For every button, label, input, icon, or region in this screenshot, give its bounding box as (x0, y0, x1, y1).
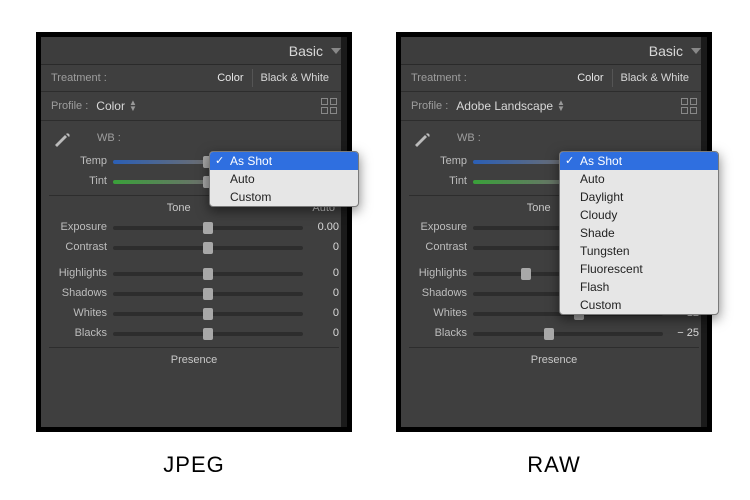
collapse-icon (331, 48, 341, 54)
temp-label: Temp (409, 155, 473, 167)
wb-option[interactable]: Custom (210, 188, 358, 206)
panel-raw: Basic Treatment : Color Black & White Pr… (396, 32, 712, 432)
caption-raw: RAW (396, 452, 712, 478)
blacks-slider[interactable] (473, 327, 663, 339)
treatment-row: Treatment : Color Black & White (41, 65, 347, 91)
profile-value: Color (96, 99, 125, 113)
wb-option[interactable]: Flash (560, 278, 718, 296)
whites-label: Whites (409, 307, 473, 319)
blacks-label: Blacks (409, 327, 473, 339)
scrollbar-strip (341, 37, 347, 427)
treatment-color[interactable]: Color (209, 69, 251, 87)
contrast-label: Contrast (49, 241, 113, 253)
exposure-value: 0.00 (303, 221, 339, 233)
exposure-label: Exposure (409, 221, 473, 233)
exposure-slider[interactable] (113, 221, 303, 233)
wb-option[interactable]: Cloudy (560, 206, 718, 224)
blacks-slider[interactable] (113, 327, 303, 339)
wb-option[interactable]: Auto (560, 170, 718, 188)
highlights-slider[interactable] (113, 267, 303, 279)
blacks-label: Blacks (49, 327, 113, 339)
temp-label: Temp (49, 155, 113, 167)
wb-option[interactable]: Shade (560, 224, 718, 242)
wb-option[interactable]: Fluorescent (560, 260, 718, 278)
wb-label: WB : (457, 132, 481, 144)
eyedropper-icon[interactable] (49, 127, 77, 149)
profile-row: Profile : Adobe Landscape ▲▼ (401, 91, 707, 121)
treatment-color[interactable]: Color (569, 69, 611, 87)
profile-value: Adobe Landscape (456, 99, 553, 113)
panel-header[interactable]: Basic (41, 37, 347, 65)
wb-dropdown[interactable]: As ShotAutoCustom (209, 151, 359, 207)
panel-title: Basic (289, 43, 323, 59)
tint-label: Tint (49, 175, 113, 187)
eyedropper-icon[interactable] (409, 127, 437, 149)
shadows-label: Shadows (49, 287, 113, 299)
presence-header: Presence (49, 347, 339, 366)
blacks-value: 0 (303, 327, 339, 339)
panel-title: Basic (649, 43, 683, 59)
tint-label: Tint (409, 175, 473, 187)
blacks-value: − 25 (663, 327, 699, 339)
shadows-label: Shadows (409, 287, 473, 299)
profile-row: Profile : Color ▲▼ (41, 91, 347, 121)
shadows-slider[interactable] (113, 287, 303, 299)
highlights-label: Highlights (49, 267, 113, 279)
collapse-icon (691, 48, 701, 54)
profile-dropdown[interactable]: Adobe Landscape ▲▼ (456, 99, 565, 113)
profile-browser-icon[interactable] (681, 98, 697, 114)
stepper-icon: ▲▼ (129, 100, 137, 112)
panel-header[interactable]: Basic (401, 37, 707, 65)
contrast-slider[interactable] (113, 241, 303, 253)
presence-header: Presence (409, 347, 699, 366)
treatment-bw[interactable]: Black & White (252, 69, 337, 87)
shadows-value: 0 (303, 287, 339, 299)
profile-browser-icon[interactable] (321, 98, 337, 114)
wb-option[interactable]: Auto (210, 170, 358, 188)
whites-label: Whites (49, 307, 113, 319)
whites-value: 0 (303, 307, 339, 319)
stepper-icon: ▲▼ (557, 100, 565, 112)
wb-option[interactable]: Custom (560, 296, 718, 314)
wb-option[interactable]: As Shot (560, 152, 718, 170)
wb-label: WB : (97, 132, 121, 144)
treatment-row: Treatment : Color Black & White (401, 65, 707, 91)
wb-option[interactable]: As Shot (210, 152, 358, 170)
wb-dropdown[interactable]: As ShotAutoDaylightCloudyShadeTungstenFl… (559, 151, 719, 315)
treatment-bw[interactable]: Black & White (612, 69, 697, 87)
wb-option[interactable]: Daylight (560, 188, 718, 206)
exposure-label: Exposure (49, 221, 113, 233)
panel-jpeg: Basic Treatment : Color Black & White Pr… (36, 32, 352, 432)
whites-slider[interactable] (113, 307, 303, 319)
highlights-value: 0 (303, 267, 339, 279)
highlights-label: Highlights (409, 267, 473, 279)
treatment-label: Treatment : (51, 72, 107, 84)
caption-jpeg: JPEG (36, 452, 352, 478)
profile-dropdown[interactable]: Color ▲▼ (96, 99, 137, 113)
wb-option[interactable]: Tungsten (560, 242, 718, 260)
contrast-label: Contrast (409, 241, 473, 253)
contrast-value: 0 (303, 241, 339, 253)
treatment-label: Treatment : (411, 72, 467, 84)
profile-label: Profile : (51, 100, 88, 112)
profile-label: Profile : (411, 100, 448, 112)
